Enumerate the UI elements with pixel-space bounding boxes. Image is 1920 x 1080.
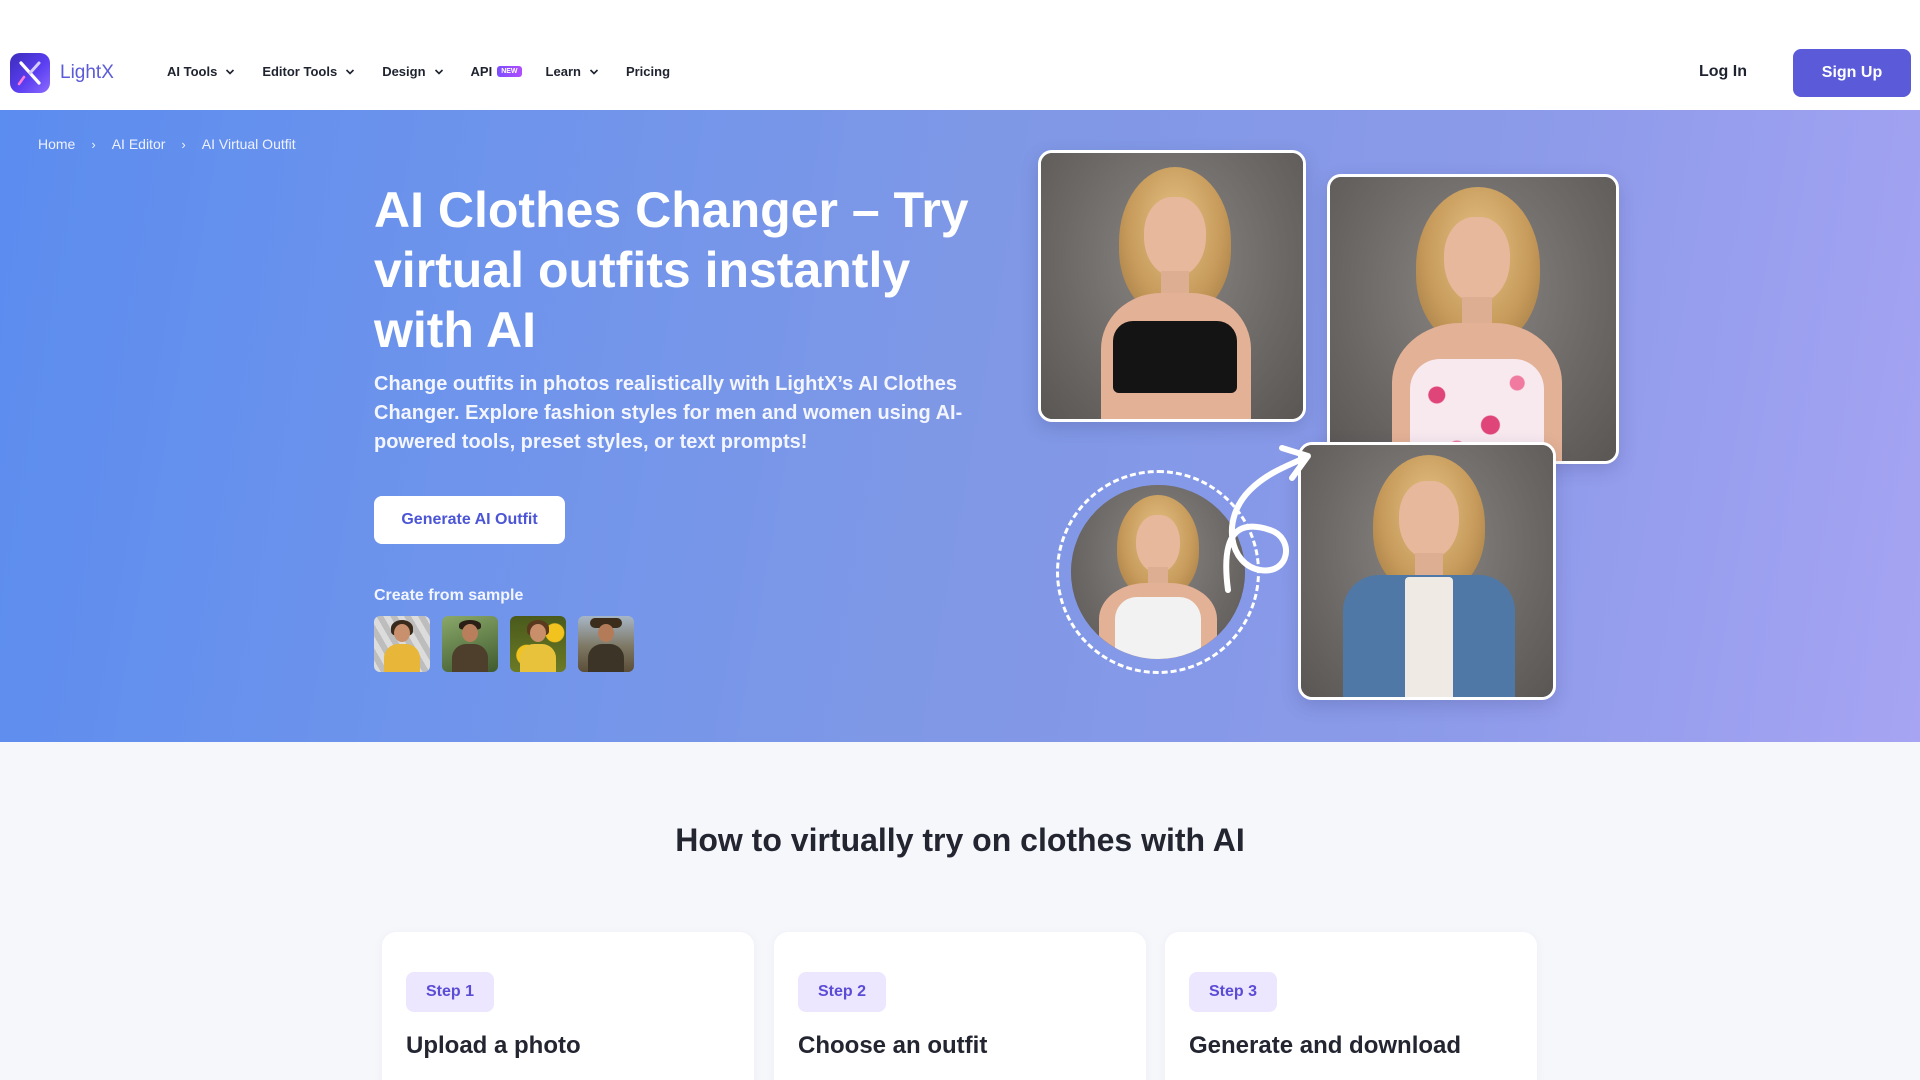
- step-card-1: Step 1 Upload a photo: [382, 932, 754, 1080]
- step-card-2: Step 2 Choose an outfit: [774, 932, 1146, 1080]
- chevron-down-icon: [589, 68, 599, 75]
- page-title: AI Clothes Changer – Try virtual outfits…: [374, 182, 969, 358]
- chevron-down-icon: [226, 68, 235, 75]
- nav-label: Design: [382, 64, 426, 79]
- hero-subtitle: Change outfits in photos realistically w…: [374, 373, 963, 453]
- new-badge: NEW: [497, 66, 522, 77]
- nav-api[interactable]: API NEW: [471, 64, 522, 79]
- step-title: Choose an outfit: [798, 1032, 988, 1059]
- nav-label: AI Tools: [167, 64, 218, 79]
- nav-label: Editor Tools: [262, 64, 338, 79]
- outfit-result-black-top: [1038, 150, 1306, 422]
- nav-label: Learn: [545, 64, 581, 79]
- nav-design[interactable]: Design: [382, 64, 443, 79]
- step-badge: Step 2: [798, 972, 887, 1012]
- step-title: Upload a photo: [406, 1032, 581, 1059]
- chevron-down-icon: [434, 68, 443, 75]
- main-nav: AI Tools Editor Tools Design API NEW Lea…: [167, 64, 697, 79]
- curved-arrow-icon: [1223, 445, 1311, 593]
- chevron-right-icon: ›: [91, 136, 96, 152]
- outfit-result-denim-jacket: [1298, 442, 1556, 700]
- step-badge: Step 1: [406, 972, 495, 1012]
- sample-thumbnails: [374, 616, 634, 672]
- login-link[interactable]: Log In: [1699, 63, 1747, 81]
- nav-editor-tools[interactable]: Editor Tools: [262, 64, 355, 79]
- generate-ai-outfit-button[interactable]: Generate AI Outfit: [374, 496, 565, 544]
- breadcrumb-current: AI Virtual Outfit: [201, 136, 296, 152]
- nav-learn[interactable]: Learn: [546, 64, 599, 79]
- chevron-right-icon: ›: [181, 136, 186, 152]
- lightx-logo-icon: [10, 53, 50, 93]
- breadcrumb: Home › AI Editor › AI Virtual Outfit: [38, 136, 296, 152]
- sample-thumbnail-4[interactable]: [578, 616, 634, 672]
- site-header: LightX AI Tools Editor Tools Design API …: [0, 0, 1920, 110]
- sample-thumbnail-1[interactable]: [374, 616, 430, 672]
- breadcrumb-home[interactable]: Home: [38, 136, 75, 152]
- sample-label: Create from sample: [374, 587, 524, 604]
- outfit-result-floral-top: [1327, 174, 1619, 464]
- breadcrumb-ai-editor[interactable]: AI Editor: [112, 136, 166, 152]
- sample-thumbnail-3[interactable]: [510, 616, 566, 672]
- step-card-3: Step 3 Generate and download: [1165, 932, 1537, 1080]
- nav-label: Pricing: [625, 64, 671, 79]
- step-badge: Step 3: [1189, 972, 1278, 1012]
- sample-thumbnail-2[interactable]: [442, 616, 498, 672]
- brand-name: LightX: [60, 62, 114, 83]
- nav-ai-tools[interactable]: AI Tools: [167, 64, 235, 79]
- section-title: How to virtually try on clothes with AI: [675, 822, 1245, 858]
- brand-logo-link[interactable]: LightX: [10, 53, 114, 93]
- chevron-down-icon: [346, 68, 355, 75]
- nav-label: API: [470, 64, 493, 79]
- hero-section: Home › AI Editor › AI Virtual Outfit AI …: [0, 110, 1920, 742]
- how-to-section: How to virtually try on clothes with AI …: [0, 742, 1920, 1080]
- step-title: Generate and download: [1189, 1032, 1462, 1059]
- signup-button[interactable]: Sign Up: [1793, 49, 1911, 97]
- nav-pricing[interactable]: Pricing: [626, 64, 670, 79]
